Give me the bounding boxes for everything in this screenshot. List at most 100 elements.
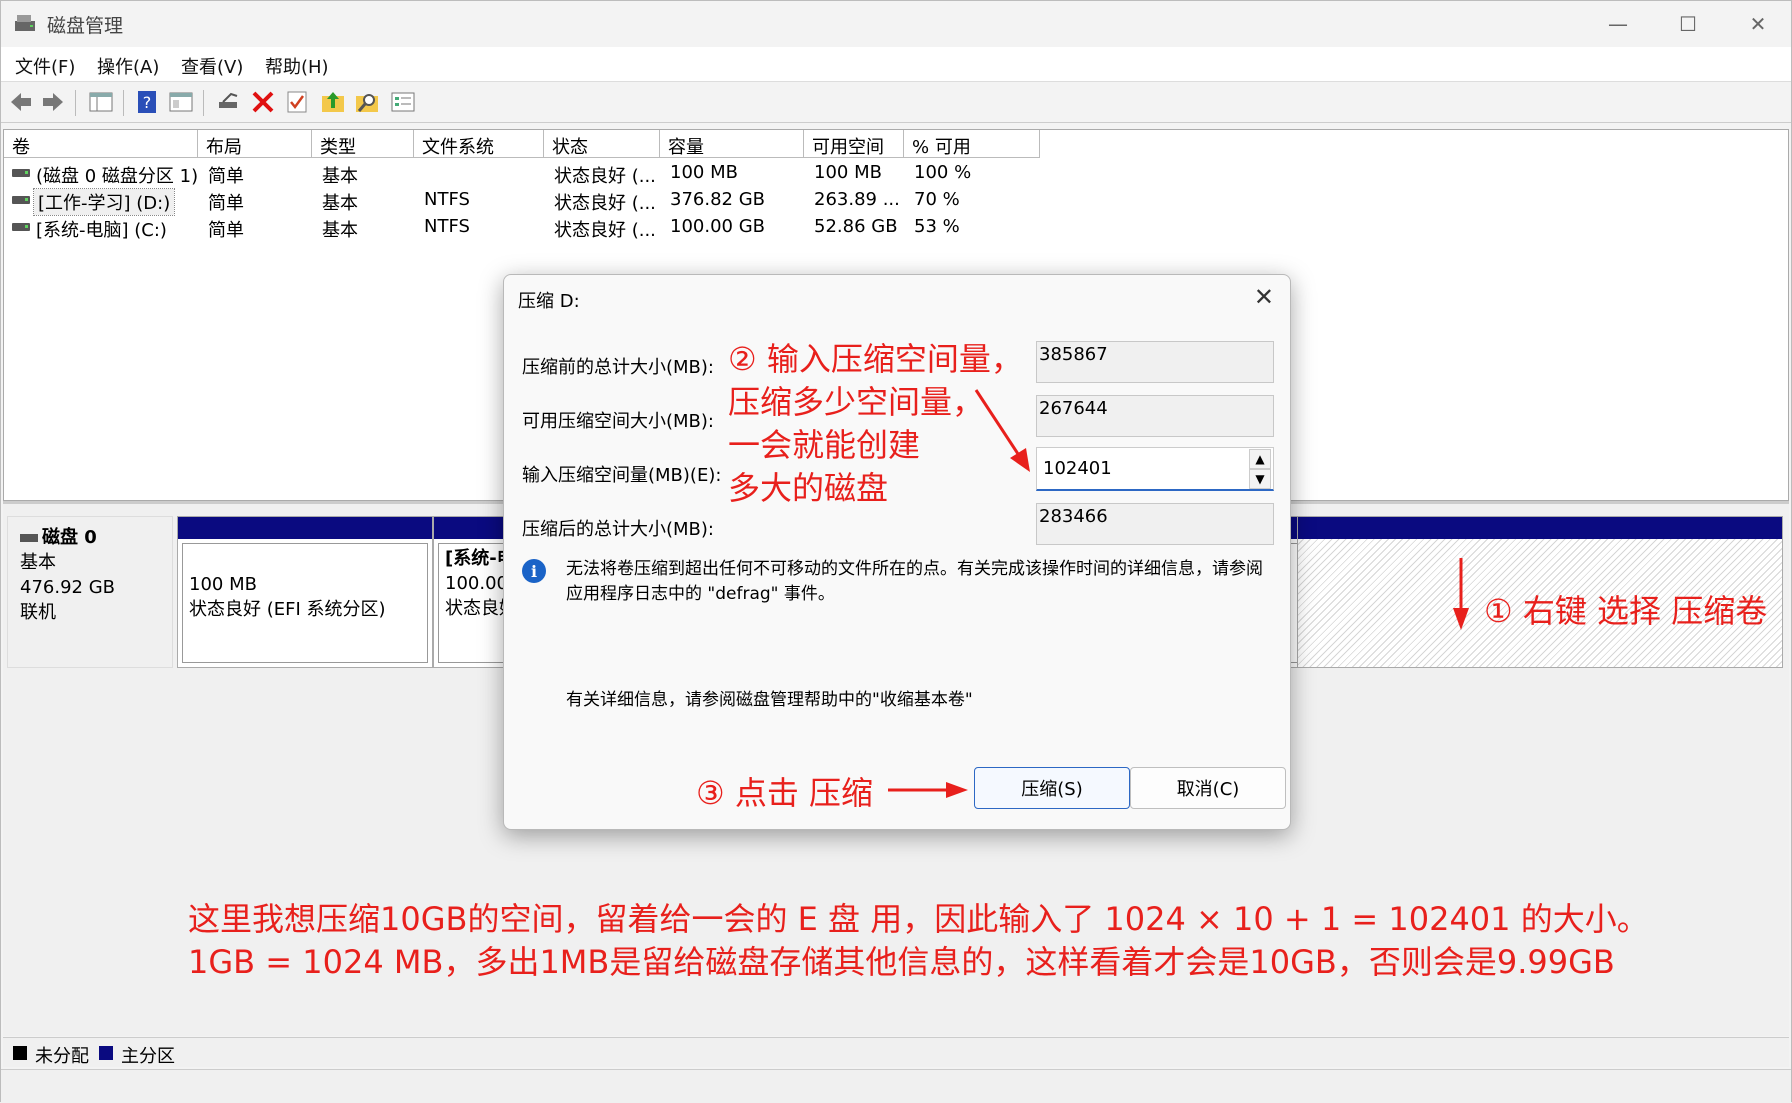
properties-view-icon[interactable] [167, 88, 195, 116]
cell-status: 状态良好 (... [554, 220, 656, 241]
annotation-note: 这里我想压缩10GB的空间，留着给一会的 E 盘 用，因此输入了 1024 × … [188, 898, 1649, 984]
cell-free-space: 52.86 GB [814, 216, 898, 237]
toolbar-separator [123, 90, 124, 116]
label-input: 输入压缩空间量(MB)(E): [522, 465, 722, 486]
check-icon[interactable] [283, 88, 311, 116]
menu-file[interactable]: 文件(F) [15, 53, 75, 79]
cell-filesystem: NTFS [424, 189, 470, 210]
disk-icon [20, 533, 38, 542]
help-icon[interactable]: ? [133, 88, 161, 116]
column-header-percent-free[interactable]: % 可用 [904, 130, 1040, 158]
annotation-arrow-right [888, 782, 968, 798]
label-total-after: 压缩后的总计大小(MB): [522, 519, 714, 540]
drive-icon [12, 196, 30, 204]
annotation-step2-line: ② 输入压缩空间量， [728, 340, 1023, 378]
legend-primary: 主分区 [121, 1046, 175, 1067]
annotation-arrow-down [1453, 558, 1469, 630]
info-icon: i [522, 559, 546, 583]
dialog-close-button[interactable]: ✕ [1254, 283, 1274, 311]
title-bar[interactable]: 磁盘管理 — ☐ ✕ [1, 1, 1791, 47]
disk-name: 磁盘 0 [42, 527, 97, 548]
cancel-button[interactable]: 取消(C) [1130, 767, 1286, 809]
folder-up-icon[interactable] [319, 88, 347, 116]
partition-efi[interactable]: 100 MB 状态良好 (EFI 系统分区) [177, 516, 433, 668]
drive-icon [12, 223, 30, 231]
annotation-step3: ③ 点击 压缩 [696, 774, 874, 812]
table-row[interactable]: [系统-电脑] (C:) 简单 基本 NTFS 状态良好 (... 100.00… [4, 214, 1054, 241]
field-total-after: 283466 [1036, 503, 1274, 545]
disk-type: 基本 [20, 552, 56, 573]
list-view-icon[interactable] [389, 88, 417, 116]
cell-volume: (磁盘 0 磁盘分区 1) [36, 166, 199, 187]
cell-layout: 简单 [208, 220, 244, 241]
info-text: 无法将卷压缩到超出任何不可移动的文件所在的点。有关完成该操作时间的详细信息，请参… [566, 559, 1263, 604]
status-bar [1, 1069, 1791, 1103]
annotation-note-line: 这里我想压缩10GB的空间，留着给一会的 E 盘 用，因此输入了 1024 × … [188, 900, 1649, 938]
table-row[interactable]: (磁盘 0 磁盘分区 1) 简单 基本 状态良好 (... 100 MB 100… [4, 160, 1054, 187]
spin-down-button[interactable]: ▼ [1249, 469, 1271, 489]
column-header-capacity[interactable]: 容量 [660, 130, 804, 158]
column-header-free-space[interactable]: 可用空间 [804, 130, 904, 158]
legend-swatch-unallocated [13, 1046, 27, 1060]
disk-size: 476.92 GB [20, 577, 116, 598]
legend-unallocated: 未分配 [35, 1046, 89, 1067]
partition-status: 状态良好 (EFI 系统分区) [189, 599, 386, 620]
menu-help[interactable]: 帮助(H) [265, 53, 329, 79]
label-total-before: 压缩前的总计大小(MB): [522, 357, 714, 378]
cell-percent-free: 53 % [914, 216, 960, 237]
column-header-status[interactable]: 状态 [544, 130, 660, 158]
drive-icon [12, 169, 30, 177]
field-available: 267644 [1036, 395, 1274, 437]
menu-view[interactable]: 查看(V) [181, 53, 243, 79]
cell-layout: 简单 [208, 193, 244, 214]
cell-volume: [工作-学习] (D:) [32, 188, 176, 216]
window-title: 磁盘管理 [47, 15, 124, 37]
annotation-note-line: 1GB = 1024 MB，多出1MB是留给磁盘存储其他信息的，这样看着才会是1… [188, 943, 1615, 981]
annotation-step1: ① 右键 选择 压缩卷 [1484, 592, 1768, 630]
cell-type: 基本 [322, 166, 358, 187]
column-header-volume[interactable]: 卷 [4, 130, 198, 158]
svg-text:?: ? [143, 93, 152, 112]
cell-free-space: 100 MB [814, 162, 882, 183]
delete-icon[interactable] [249, 88, 277, 116]
search-folder-icon[interactable] [353, 88, 381, 116]
cell-capacity: 376.82 GB [670, 189, 766, 210]
shrink-amount-value: 102401 [1043, 458, 1112, 479]
cell-status: 状态良好 (... [554, 166, 656, 187]
toolbar-separator [75, 90, 76, 116]
connect-drive-icon[interactable] [215, 88, 243, 116]
spin-up-button[interactable]: ▲ [1249, 449, 1271, 469]
menu-bar: 文件(F) 操作(A) 查看(V) 帮助(H) [1, 47, 1791, 81]
table-row[interactable]: [工作-学习] (D:) 简单 基本 NTFS 状态良好 (... 376.82… [4, 187, 1054, 216]
cell-volume: [系统-电脑] (C:) [36, 220, 167, 241]
menu-action[interactable]: 操作(A) [97, 53, 159, 79]
partition-bar [178, 517, 432, 539]
legend-swatch-primary [99, 1046, 113, 1060]
minimize-button[interactable]: — [1583, 1, 1653, 47]
dialog-title: 压缩 D: [518, 291, 580, 312]
maximize-button[interactable]: ☐ [1653, 1, 1723, 47]
close-window-button[interactable]: ✕ [1723, 1, 1792, 47]
field-total-before: 385867 [1036, 341, 1274, 383]
cell-type: 基本 [322, 193, 358, 214]
cell-status: 状态良好 (... [554, 193, 656, 214]
toolbar: ? [1, 81, 1791, 123]
help-text: 有关详细信息，请参阅磁盘管理帮助中的"收缩基本卷" [566, 690, 973, 710]
back-arrow-icon[interactable] [7, 88, 35, 116]
column-header-filesystem[interactable]: 文件系统 [414, 130, 544, 158]
column-header-layout[interactable]: 布局 [198, 130, 312, 158]
column-header-type[interactable]: 类型 [312, 130, 414, 158]
cell-type: 基本 [322, 220, 358, 241]
shrink-amount-input[interactable]: 102401 ▲ ▼ [1036, 447, 1274, 491]
forward-arrow-icon[interactable] [39, 88, 67, 116]
shrink-button[interactable]: 压缩(S) [974, 767, 1130, 809]
label-available: 可用压缩空间大小(MB): [522, 411, 714, 432]
annotation-arrow-diagonal [974, 389, 1030, 472]
cell-free-space: 263.89 ... [814, 189, 900, 210]
disk-info[interactable]: 磁盘 0 基本 476.92 GB 联机 [7, 516, 173, 668]
partition-body: 100 MB 状态良好 (EFI 系统分区) [182, 543, 428, 663]
disk-management-icon [15, 15, 35, 31]
cell-capacity: 100.00 GB [670, 216, 766, 237]
console-tree-icon[interactable] [87, 88, 115, 116]
cell-filesystem: NTFS [424, 216, 470, 237]
